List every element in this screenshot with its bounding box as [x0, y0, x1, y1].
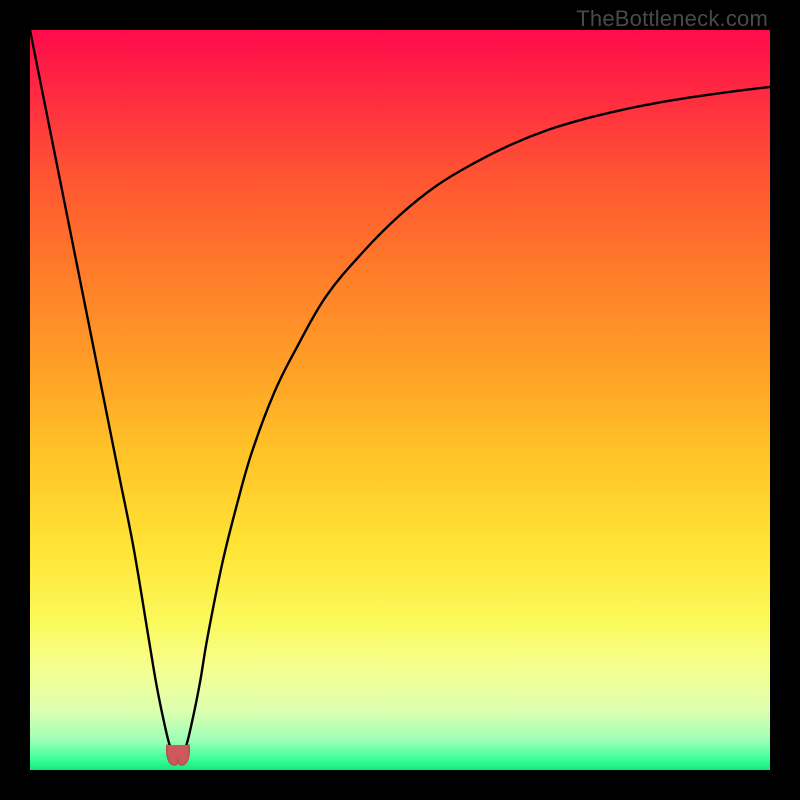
chart-frame: TheBottleneck.com	[0, 0, 800, 800]
bottleneck-curve	[30, 30, 770, 770]
plot-area	[30, 30, 770, 770]
watermark-text: TheBottleneck.com	[576, 6, 768, 32]
